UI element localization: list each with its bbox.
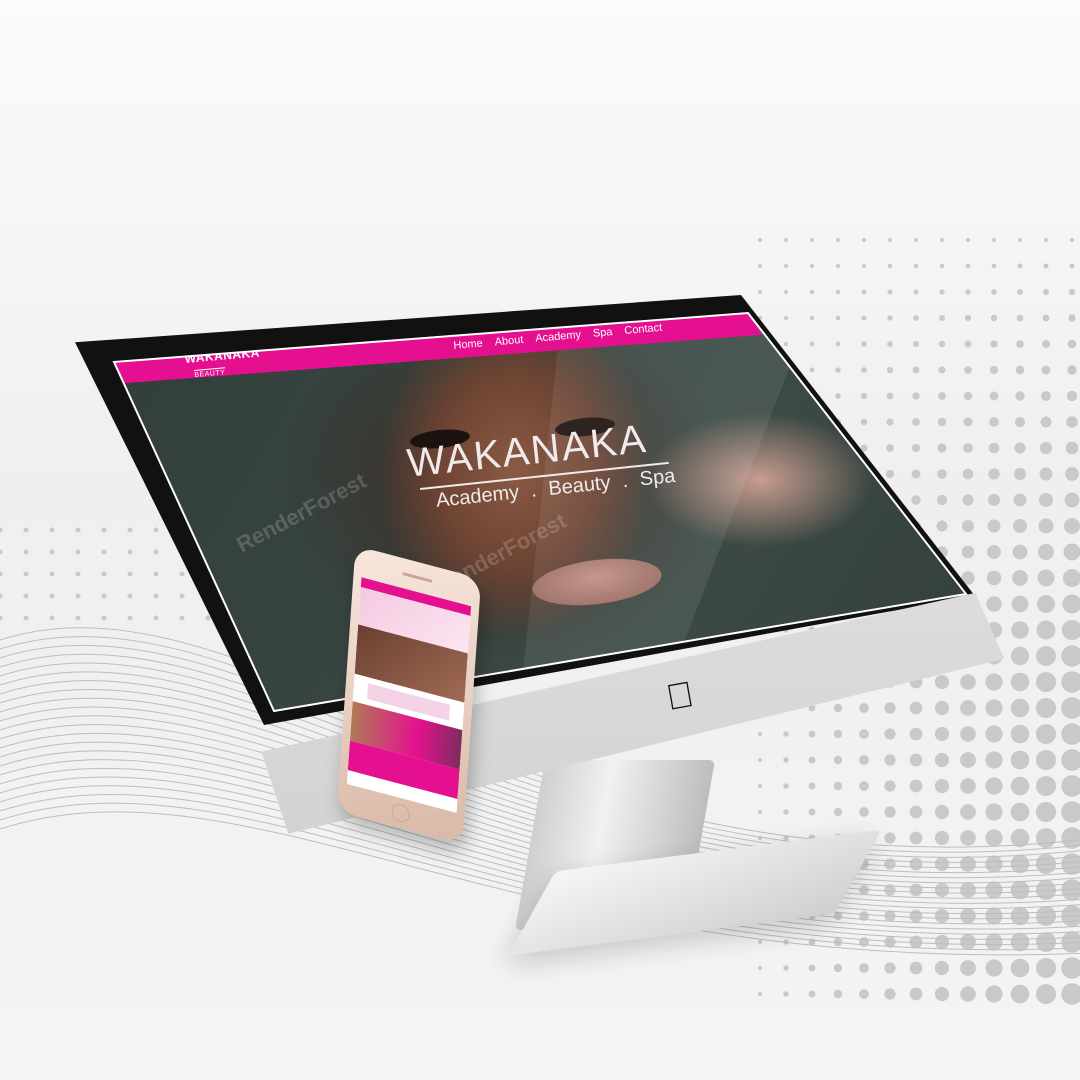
phone-speaker [402, 571, 433, 583]
imac-body:  WAKANAKA BEAUTY Home About Academy Spa… [0, 0, 1080, 1080]
phone-home-button [391, 801, 411, 825]
phone-mockup [336, 545, 482, 845]
imac-mockup:  WAKANAKA BEAUTY Home About Academy Spa… [0, 0, 1080, 1080]
phone-screen [346, 577, 472, 813]
screen-inner-frame [112, 311, 968, 713]
